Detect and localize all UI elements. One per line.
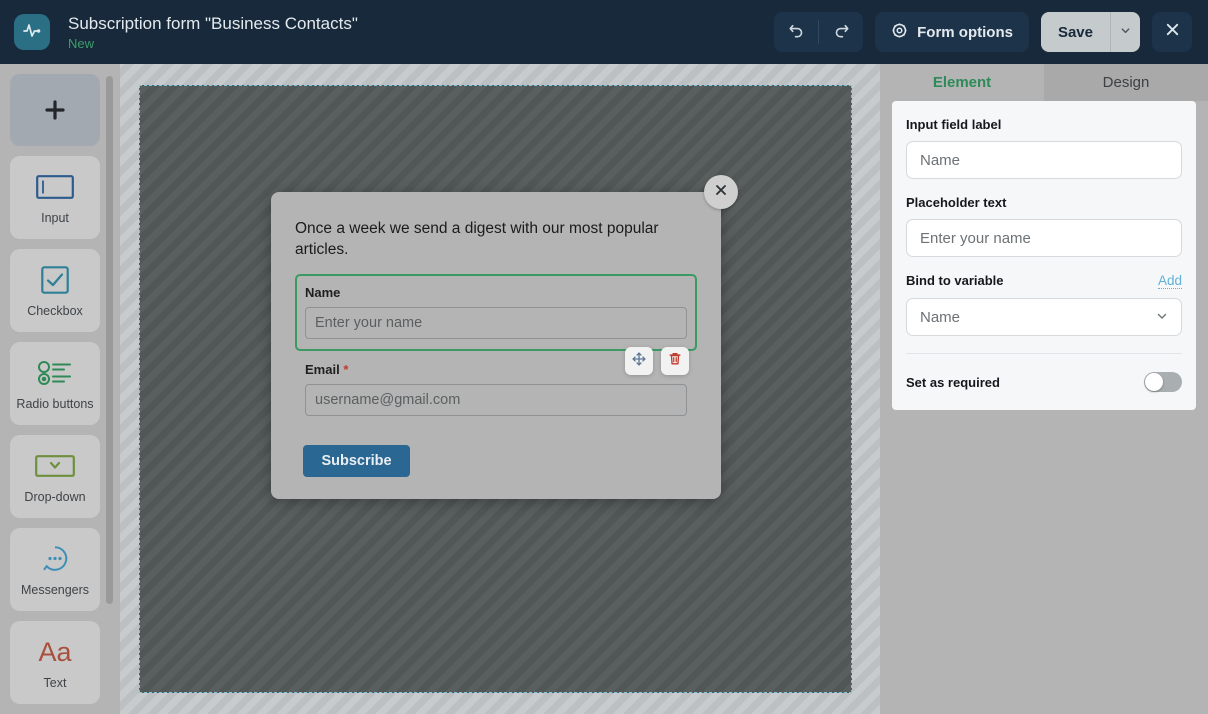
close-icon [713, 182, 729, 203]
preview-close-button[interactable] [704, 175, 738, 209]
sidebar-item-radio-buttons[interactable]: Radio buttons [10, 342, 100, 425]
bind-variable-value: Name [920, 308, 961, 326]
pulse-icon [21, 19, 43, 46]
page-title: Subscription form "Business Contacts" [68, 13, 358, 33]
bind-variable-title: Bind to variable [906, 273, 1004, 288]
redo-icon [832, 20, 851, 44]
add-variable-link[interactable]: Add [1157, 273, 1182, 289]
sidebar-item-input[interactable]: Input [10, 156, 100, 239]
title-block: Subscription form "Business Contacts" Ne… [68, 13, 358, 52]
input-field-label-value: Name [920, 151, 961, 169]
input-field-label-group: Input field label Name [906, 117, 1182, 179]
sidebar-item-text[interactable]: Aa Text [10, 621, 100, 704]
canvas-drop-area[interactable]: Once a week we send a digest with our mo… [139, 85, 852, 693]
field-input-email[interactable]: username@gmail.com [305, 384, 687, 416]
sidebar-item-label: Checkbox [27, 304, 83, 318]
close-icon [1164, 21, 1181, 43]
bind-variable-header: Bind to variable Add [906, 273, 1182, 289]
toggle-knob [1145, 373, 1163, 391]
field-label-text: Email [305, 362, 340, 377]
text-aa-icon: Aa [32, 635, 78, 669]
form-canvas[interactable]: Once a week we send a digest with our mo… [120, 64, 880, 714]
field-input-name[interactable]: Enter your name [305, 307, 687, 339]
close-editor-button[interactable] [1152, 12, 1192, 52]
form-options-button[interactable]: Form options [875, 12, 1029, 52]
subscribe-button[interactable]: Subscribe [303, 445, 410, 477]
form-builder-app: Subscription form "Business Contacts" Ne… [0, 0, 1208, 714]
plus-icon [43, 93, 67, 127]
placeholder-group: Placeholder text Enter your name [906, 195, 1182, 257]
chevron-down-icon [1156, 309, 1168, 326]
bind-variable-select[interactable]: Name [906, 298, 1182, 336]
radio-buttons-icon [37, 356, 73, 390]
sidebar-item-label: Messengers [20, 583, 90, 597]
undo-button[interactable] [774, 12, 818, 52]
add-element-button[interactable] [10, 74, 100, 146]
sidebar-item-messengers[interactable]: Messengers [10, 528, 100, 611]
panel-tabs: Element Design [880, 64, 1208, 101]
element-settings-card: Input field label Name Placeholder text … [892, 101, 1196, 410]
set-as-required-toggle[interactable] [1144, 372, 1182, 392]
field-label: Name [305, 285, 687, 300]
placeholder-input[interactable]: Enter your name [906, 219, 1182, 257]
input-field-label-title: Input field label [906, 117, 1002, 132]
properties-panel: Element Design Input field label Name Pl… [880, 64, 1208, 714]
dropdown-icon [35, 449, 75, 483]
app-logo [14, 14, 50, 50]
set-as-required-row: Set as required [906, 354, 1182, 410]
field-label-text: Name [305, 285, 341, 300]
sidebar-item-drop-down[interactable]: Drop-down [10, 435, 100, 518]
preview-field-name[interactable]: Name Enter your name [295, 274, 697, 351]
sidebar-item-label: Text [43, 676, 67, 690]
set-as-required-label: Set as required [906, 374, 1000, 390]
checkbox-icon [41, 263, 69, 297]
delete-field-button[interactable] [661, 347, 689, 375]
tab-element[interactable]: Element [880, 64, 1044, 101]
svg-text:Aa: Aa [38, 637, 72, 667]
save-button-group: Save [1040, 12, 1140, 52]
elements-sidebar[interactable]: Input Checkbox Radio buttons Drop-down M… [0, 64, 120, 714]
move-field-button[interactable] [625, 347, 653, 375]
field-tools [625, 347, 689, 375]
gear-icon [891, 22, 908, 43]
bind-variable-group: Bind to variable Add Name [906, 273, 1182, 336]
preview-field-email[interactable]: Email * username@gmail.com [295, 347, 697, 428]
save-dropdown-button[interactable] [1110, 12, 1140, 52]
top-actions: Form options Save [774, 12, 1192, 52]
undo-redo-group [774, 12, 864, 52]
placeholder-value: Enter your name [920, 229, 1031, 247]
status-badge: New [68, 35, 95, 51]
sidebar-item-checkbox[interactable]: Checkbox [10, 249, 100, 332]
tab-design[interactable]: Design [1044, 64, 1208, 101]
trash-icon [667, 351, 683, 372]
undo-icon [787, 20, 806, 44]
field-placeholder: Enter your name [315, 315, 423, 331]
required-asterisk: * [343, 362, 349, 377]
form-options-label: Form options [917, 23, 1013, 41]
top-bar: Subscription form "Business Contacts" Ne… [0, 0, 1208, 64]
input-field-label-input[interactable]: Name [906, 141, 1182, 179]
sidebar-item-label: Drop-down [24, 490, 86, 504]
input-field-icon [36, 170, 74, 204]
field-placeholder: username@gmail.com [315, 392, 461, 408]
move-arrows-icon [631, 351, 647, 372]
sidebar-item-label: Radio buttons [16, 397, 94, 411]
chat-bubble-icon [40, 542, 70, 576]
form-preview-modal: Once a week we send a digest with our mo… [271, 175, 738, 499]
sidebar-item-label: Input [41, 211, 69, 225]
preview-description: Once a week we send a digest with our mo… [295, 220, 659, 258]
chevron-down-icon [1120, 23, 1131, 41]
placeholder-title: Placeholder text [906, 195, 1007, 210]
save-button[interactable]: Save [1041, 12, 1110, 52]
sidebar-scrollbar[interactable] [106, 76, 113, 604]
redo-button[interactable] [819, 12, 863, 52]
